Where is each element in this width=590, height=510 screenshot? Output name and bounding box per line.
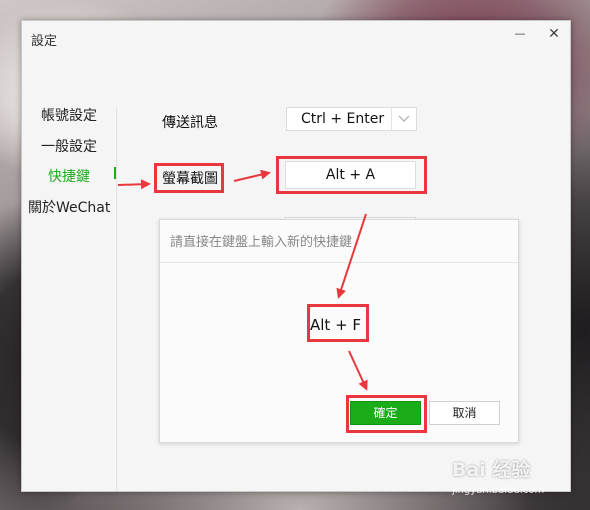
confirm-button[interactable]: 確定 [350, 401, 421, 425]
sidebar-item-shortcuts[interactable]: 快捷鍵 [48, 166, 90, 186]
send-message-value: Ctrl + Enter [301, 111, 385, 127]
chevron-down-icon [398, 115, 410, 122]
screenshot-label: 螢幕截圖 [162, 171, 218, 187]
settings-window: 設定 — ✕ 帳號設定 一般設定 快捷鍵 關於WeChat 傳送訊息 Ctrl … [21, 20, 571, 492]
cancel-button[interactable]: 取消 [429, 401, 500, 425]
window-title: 設定 [31, 34, 58, 49]
watermark-logo: Bai 经验 [452, 459, 531, 481]
close-button[interactable]: ✕ [545, 25, 563, 43]
new-shortcut-display: Alt + F [310, 316, 362, 334]
screenshot-shortcut[interactable]: Alt + A [285, 161, 416, 189]
dialog-hint: 請直接在鍵盤上輸入新的快捷鍵 [170, 235, 353, 250]
shortcut-input-dialog: 請直接在鍵盤上輸入新的快捷鍵 Alt + F 確定 取消 [159, 219, 519, 443]
minimize-button[interactable]: — [511, 25, 529, 43]
dialog-separator [160, 262, 518, 263]
screenshot-value: Alt + A [325, 167, 376, 183]
watermark-url: jingyan.baidu.com [452, 485, 545, 496]
sidebar-item-general[interactable]: 一般設定 [41, 136, 97, 156]
sidebar-item-account[interactable]: 帳號設定 [41, 105, 97, 125]
send-message-label: 傳送訊息 [162, 115, 218, 131]
sidebar-item-about[interactable]: 關於WeChat [28, 197, 110, 217]
send-message-dropdown[interactable] [391, 108, 415, 130]
sidebar-divider [116, 107, 117, 491]
